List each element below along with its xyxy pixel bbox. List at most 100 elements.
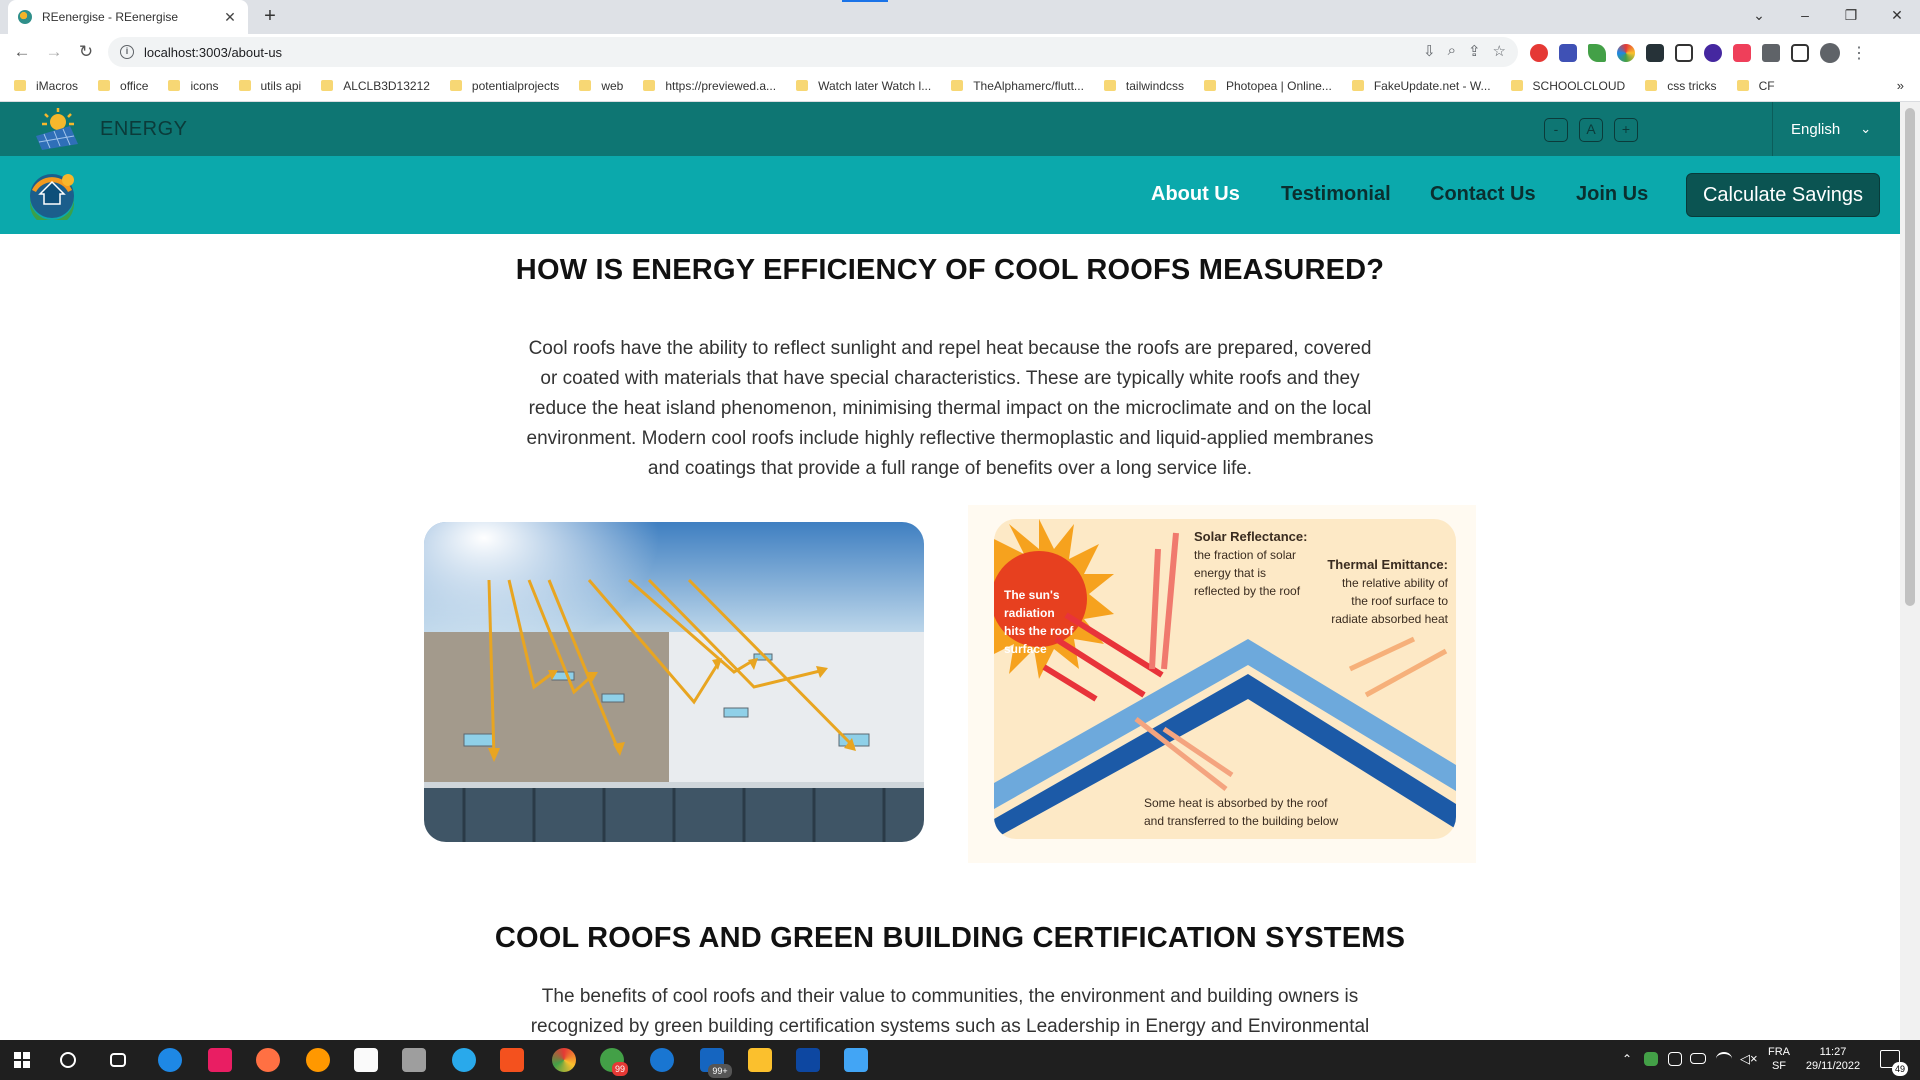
minimize-icon[interactable]: – [1782, 0, 1828, 30]
clock[interactable]: 11:27 29/11/2022 [1800, 1045, 1866, 1073]
wifi-icon[interactable] [1716, 1052, 1732, 1066]
language-select[interactable]: English ⌄ [1772, 102, 1900, 156]
site-info-icon[interactable]: i [120, 45, 134, 59]
bookmark-folder-icon [98, 80, 111, 91]
color-extension-icon[interactable] [1617, 44, 1635, 62]
bookmark-item[interactable]: TheAlphamerc/flutt... [951, 79, 1084, 93]
bookmark-item[interactable]: Photopea | Online... [1203, 79, 1332, 93]
nav-contact-us[interactable]: Contact Us [1430, 183, 1536, 206]
bookmark-item[interactable]: tailwindcss [1103, 79, 1184, 93]
site-brand[interactable]: ENERGY [100, 118, 187, 141]
bookmark-item[interactable]: css tricks [1645, 79, 1717, 93]
bookmark-item[interactable]: utils api [238, 78, 302, 93]
postman-icon[interactable] [256, 1048, 280, 1072]
close-tab-icon[interactable]: ✕ [222, 9, 238, 26]
emittance-text: the roof surface to [1351, 594, 1448, 608]
bookmark-label: CF [1758, 78, 1775, 93]
battery-icon[interactable] [1690, 1053, 1706, 1064]
bookmark-label: FakeUpdate.net - W... [1373, 78, 1491, 93]
bookmark-folder-icon [1645, 80, 1658, 91]
drive-extension-icon[interactable] [1588, 44, 1606, 62]
search-icon[interactable] [60, 1052, 76, 1068]
font-decrease-button[interactable]: - [1544, 118, 1568, 142]
task-view-icon[interactable] [110, 1053, 126, 1067]
screenshot-extension-icon[interactable] [1675, 44, 1693, 62]
bookmark-star-icon[interactable]: ☆ [1493, 42, 1506, 60]
bookmark-item[interactable]: ALCLB3D13212 [321, 79, 430, 93]
app-icon[interactable] [650, 1048, 674, 1072]
close-window-icon[interactable]: ✕ [1874, 0, 1920, 30]
photos-icon[interactable] [844, 1048, 868, 1072]
bookmark-item[interactable]: icons [168, 78, 219, 93]
tray-expand-icon[interactable]: ⌃ [1622, 1052, 1632, 1066]
reflectance-text: reflected by the roof [1194, 584, 1301, 598]
restore-icon[interactable]: ❐ [1828, 0, 1874, 30]
emittance-text: radiate absorbed heat [1331, 612, 1448, 626]
house-globe-logo-icon[interactable] [24, 168, 80, 220]
tray-device-icon[interactable] [1668, 1052, 1682, 1066]
edge-icon[interactable] [158, 1048, 182, 1072]
windows-start-icon[interactable] [14, 1052, 30, 1068]
tool-icon[interactable] [402, 1048, 426, 1072]
tab-active[interactable]: REenergise - REenergise ✕ [8, 0, 248, 34]
telegram-icon[interactable] [452, 1048, 476, 1072]
office-icon[interactable] [500, 1048, 524, 1072]
volume-icon[interactable]: ◁× [1740, 1051, 1758, 1067]
install-icon[interactable]: ⇩ [1423, 42, 1436, 60]
zoom-icon[interactable]: ⌕ [1448, 42, 1456, 60]
bookmark-item[interactable]: potentialprojects [449, 79, 559, 93]
bookmark-item[interactable]: CF [1736, 78, 1775, 93]
puzzle-extensions-icon[interactable] [1762, 44, 1780, 62]
bookmark-item[interactable]: web [579, 79, 623, 93]
firefox-icon[interactable] [306, 1048, 330, 1072]
input-language[interactable]: FRA SF [1764, 1045, 1794, 1073]
share-icon[interactable]: ⇪ [1468, 42, 1481, 60]
paragraph-line: The benefits of cool roofs and their val… [541, 986, 1359, 1007]
calculate-savings-button[interactable]: Calculate Savings [1686, 173, 1880, 217]
bookmark-label: office [120, 78, 149, 93]
tab-search-icon[interactable]: ⌄ [1736, 0, 1782, 30]
nav-testimonial[interactable]: Testimonial [1281, 183, 1391, 206]
chrome-icon[interactable] [552, 1048, 576, 1072]
font-reset-button[interactable]: A [1579, 118, 1603, 142]
intellij-icon[interactable] [208, 1048, 232, 1072]
back-icon[interactable]: ← [10, 41, 34, 63]
forward-icon[interactable]: → [42, 41, 66, 63]
page-scrollbar[interactable] [1900, 102, 1920, 1040]
webstorm-icon[interactable] [796, 1048, 820, 1072]
bookmark-folder-icon [168, 80, 181, 91]
rider-icon[interactable] [354, 1048, 378, 1072]
pocket-extension-icon[interactable] [1733, 44, 1751, 62]
scrollbar-thumb[interactable] [1905, 108, 1915, 606]
bookmark-label: utils api [260, 78, 302, 93]
nav-about-us[interactable]: About Us [1151, 183, 1240, 206]
bookmark-item[interactable]: Watch later Watch l... [796, 79, 931, 93]
circle-extension-icon[interactable] [1704, 44, 1722, 62]
bookmark-item[interactable]: SCHOOLCLOUD [1510, 79, 1625, 93]
sun-solar-logo-icon[interactable] [30, 106, 82, 152]
bookmark-item[interactable]: iMacros [14, 79, 78, 93]
tray-app-icon[interactable] [1644, 1052, 1658, 1066]
picker-extension-icon[interactable] [1646, 44, 1664, 62]
bookmark-folder-icon [1736, 80, 1749, 91]
reload-icon[interactable]: ↻ [74, 41, 98, 63]
new-tab-button[interactable]: + [258, 5, 282, 29]
bookmarks-more-icon[interactable]: » [1897, 78, 1904, 93]
shield-extension-icon[interactable] [1559, 44, 1577, 62]
emittance-text: the relative ability of [1342, 576, 1449, 590]
nav-join-us[interactable]: Join Us [1576, 183, 1648, 206]
font-increase-button[interactable]: + [1614, 118, 1638, 142]
bookmark-item[interactable]: https://previewed.a... [643, 79, 776, 93]
side-panel-icon[interactable] [1791, 44, 1809, 62]
profile-avatar[interactable] [1820, 43, 1840, 63]
bookmark-item[interactable]: office [98, 79, 148, 93]
menu-kebab-icon[interactable]: ⋮ [1851, 43, 1867, 63]
opera-extension-icon[interactable] [1530, 44, 1548, 62]
file-explorer-icon[interactable] [748, 1048, 772, 1072]
bookmark-label: icons [190, 78, 219, 93]
bookmark-item[interactable]: FakeUpdate.net - W... [1351, 78, 1491, 93]
main-navbar: About Us Testimonial Contact Us Join Us … [0, 156, 1900, 234]
address-bar[interactable]: i localhost:3003/about-us ⇩ ⌕ ⇪ ☆ [108, 37, 1518, 67]
section-paragraph-measured: Cool roofs have the ability to reflect s… [490, 334, 1410, 484]
bookmark-folder-icon [1510, 80, 1523, 91]
